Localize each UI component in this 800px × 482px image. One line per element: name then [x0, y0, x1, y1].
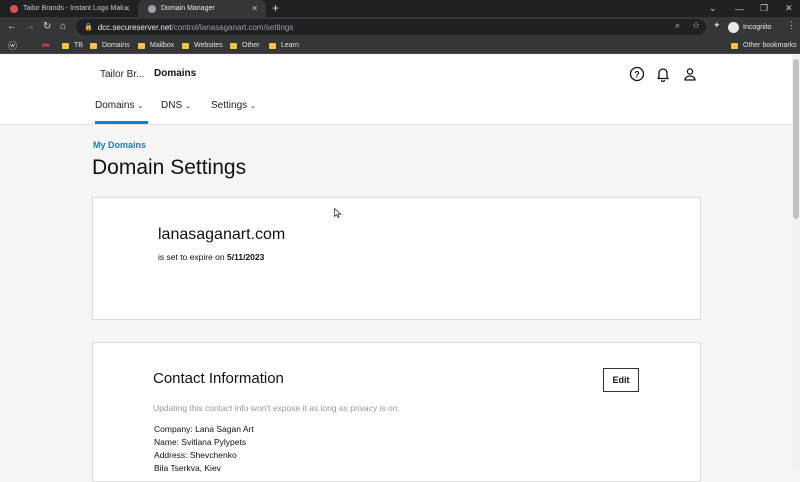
- domain-summary-card: lanasaganart.com is set to expire on 5/1…: [92, 197, 701, 320]
- minimize-icon[interactable]: —: [735, 0, 744, 17]
- contact-address: Address: Shevchenko: [154, 450, 237, 460]
- bookmark-label: Mailbox: [150, 42, 175, 49]
- other-bookmarks-folder[interactable]: Other bookmarks: [731, 37, 797, 54]
- forward-icon[interactable]: →: [25, 20, 35, 34]
- browser-tab-active[interactable]: Domain Manager ✕: [138, 0, 266, 17]
- folder-icon: [138, 42, 145, 49]
- edit-contact-button[interactable]: Edit: [603, 368, 639, 392]
- expire-prefix: is set to expire on: [158, 252, 225, 262]
- other-bookmarks-label: Other bookmarks: [743, 42, 797, 49]
- bookmark-label: TB: [74, 42, 83, 49]
- folder-icon: [731, 42, 738, 49]
- zoom-icon[interactable]: ⌕: [675, 20, 680, 31]
- page-content: Tailor Br... Domains ? Domains ⌄ DNS ⌄ S…: [0, 55, 792, 482]
- close-tab-icon[interactable]: ✕: [251, 4, 258, 13]
- close-tab-icon[interactable]: ✕: [123, 4, 130, 13]
- mouse-cursor-icon: [334, 208, 342, 218]
- url-path: /control/lanasaganart.com/settings: [171, 22, 294, 32]
- contact-company: Company: Lana Sagan Art: [154, 424, 254, 434]
- bookmark-label: Websites: [194, 42, 223, 49]
- browser-toolbar: ← → ↻ ⌂ 🔒 dcc.secureserver.net/control/l…: [0, 17, 800, 37]
- incognito-avatar-icon: [728, 21, 739, 33]
- bookmark-folder-mailbox[interactable]: Mailbox: [138, 37, 174, 54]
- bookmarks-bar: ⓦ ■■ TB Domains Mailbox Websites Other L…: [0, 37, 800, 54]
- window-close-icon[interactable]: ✕: [785, 0, 793, 17]
- incognito-profile-button[interactable]: Incognito: [728, 19, 771, 35]
- privacy-note: Updating this contact info won't expose …: [153, 403, 400, 413]
- browser-tab-strip: Tailor Brands - Instant Logo Mak... ✕ Do…: [0, 0, 800, 17]
- bookmark-label: Learn: [281, 42, 299, 49]
- bookmark-folder-websites[interactable]: Websites: [182, 37, 223, 54]
- tab-label: Settings: [211, 100, 248, 111]
- scrollbar-thumb[interactable]: [793, 59, 799, 219]
- profile-label: Incognito: [743, 23, 772, 31]
- reload-icon[interactable]: ↻: [43, 20, 51, 34]
- bookmark-label: Domains: [102, 42, 130, 49]
- folder-icon: [269, 42, 276, 49]
- contact-details: Company: Lana Sagan Art Name: Svitlana P…: [154, 423, 254, 475]
- bookmark-folder-learn[interactable]: Learn: [269, 37, 299, 54]
- page-title: Domain Settings: [92, 156, 247, 179]
- bookmark-star-icon[interactable]: ☆: [692, 20, 700, 31]
- bell-icon[interactable]: [655, 66, 671, 82]
- extensions-icon[interactable]: ✦: [713, 20, 721, 31]
- expire-date: 5/11/2023: [227, 252, 265, 262]
- lock-icon: 🔒: [84, 24, 93, 31]
- help-icon[interactable]: ?: [629, 66, 645, 82]
- url-host: dcc.secureserver.net: [97, 22, 172, 32]
- wordpress-icon[interactable]: ⓦ: [8, 37, 17, 54]
- bookmark-folder-tb[interactable]: TB: [62, 37, 83, 54]
- page-scrollbar[interactable]: [792, 55, 800, 469]
- chevron-down-icon: ⌄: [137, 102, 144, 110]
- user-icon[interactable]: [682, 66, 698, 82]
- expiration-text: is set to expire on 5/11/2023: [158, 252, 264, 262]
- browser-menu-icon[interactable]: ⋮: [787, 20, 796, 31]
- folder-icon: [230, 42, 237, 49]
- app-header: Tailor Br... Domains ? Domains ⌄ DNS ⌄ S…: [0, 55, 792, 125]
- folder-icon: [90, 42, 97, 49]
- svg-text:?: ?: [634, 70, 640, 80]
- tab-domains[interactable]: Domains ⌄: [95, 100, 149, 124]
- brand-name[interactable]: Tailor Br...: [100, 69, 144, 80]
- contact-info-card: Contact Information Edit Updating this c…: [92, 342, 701, 482]
- tailor-brands-favicon-icon: [10, 4, 18, 13]
- bookmark-label: Other: [242, 42, 260, 49]
- new-tab-icon[interactable]: +: [272, 1, 279, 15]
- breadcrumb[interactable]: My Domains: [93, 140, 146, 150]
- folder-icon: [62, 42, 69, 49]
- domain-name: lanasaganart.com: [158, 226, 286, 243]
- tab-label: DNS: [161, 100, 183, 111]
- chevron-down-icon: ⌄: [250, 102, 257, 110]
- back-icon[interactable]: ←: [7, 20, 17, 34]
- bookmark-favicon-icon[interactable]: ■■: [42, 37, 49, 54]
- product-name[interactable]: Domains: [154, 68, 196, 79]
- globe-favicon-icon: [148, 4, 156, 13]
- tab-title: Domain Manager: [161, 5, 215, 12]
- tab-label: Domains: [95, 100, 135, 111]
- tab-search-chevron-icon[interactable]: ⌄: [709, 0, 717, 17]
- address-bar[interactable]: 🔒 dcc.secureserver.net/control/lanasagan…: [76, 19, 706, 35]
- bookmark-folder-other[interactable]: Other: [230, 37, 260, 54]
- tab-dns[interactable]: DNS ⌄: [161, 100, 191, 111]
- restore-icon[interactable]: ❐: [760, 0, 768, 17]
- folder-icon: [182, 42, 189, 49]
- tab-title: Tailor Brands - Instant Logo Mak...: [23, 5, 130, 12]
- home-icon[interactable]: ⌂: [60, 20, 66, 34]
- contact-name: Name: Svitlana Pylypets: [154, 437, 247, 447]
- bookmark-folder-domains[interactable]: Domains: [90, 37, 130, 54]
- contact-info-title: Contact Information: [153, 370, 284, 387]
- chevron-down-icon: ⌄: [185, 102, 191, 110]
- tab-settings[interactable]: Settings ⌄: [211, 100, 256, 111]
- browser-tab[interactable]: Tailor Brands - Instant Logo Mak... ✕: [0, 0, 138, 17]
